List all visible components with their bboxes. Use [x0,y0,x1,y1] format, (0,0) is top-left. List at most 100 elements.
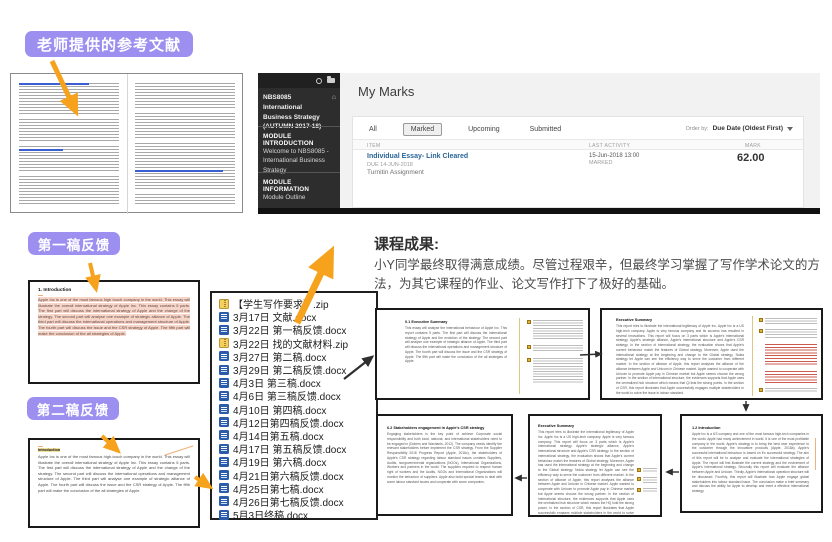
highlighted-heading: Introduction [38,448,60,452]
word-file-icon [219,510,229,520]
draft2-heading: Introduction [38,448,190,452]
zip-file-icon [219,299,229,309]
list-item[interactable]: 4月19日 第六稿.docx [219,455,376,468]
comment-icon [759,329,763,333]
comment [759,329,817,339]
list-item[interactable]: 4月17日 第五稿反馈.docx [219,442,376,455]
flow-doc-exec-summary-final: Executive Summary This report tries to i… [528,414,662,517]
search-icon[interactable] [316,78,322,84]
comment-divider [752,316,753,396]
order-by-label: Order by: [686,126,709,132]
comment-icon [527,358,531,362]
hyperlink-line [135,170,223,172]
sidebar-section-module-information: MODULE INFORMATION [263,179,335,193]
word-file-icon [219,391,229,401]
outcome-heading: 课程成果: [374,233,439,254]
flow-c-heading: 6.2 Stakeholders engagement in Apple's C… [387,426,502,430]
tab-upcoming[interactable]: Upcoming [464,124,504,135]
list-item[interactable]: 5月3日终稿.docx [219,508,376,521]
tab-marked[interactable]: Marked [403,123,442,136]
word-file-icon [219,365,229,375]
comment-icon [637,477,641,481]
comment-redline [759,371,817,383]
references-document-thumbnail [10,73,243,213]
comment [759,318,817,324]
comment [527,320,583,340]
revision-mark [38,446,43,447]
home-icon[interactable]: ⌂ [332,94,336,101]
word-file-icon [219,404,229,414]
flow-doc-exec-summary-comments: 0.1 Executive Summary This essay will an… [375,308,590,400]
divider [258,126,340,127]
label-teacher-references: 老师提供的参考文献 [25,31,193,57]
comment-redline [759,344,817,366]
draft2-body: Apple Inc is one of the most famous high… [38,454,190,493]
word-file-icon [219,325,229,335]
comment [637,488,657,493]
word-file-icon [219,470,229,480]
marks-card: All Marked Upcoming Submitted Order by: … [352,116,804,208]
screenshot-bottom-strip [258,208,820,214]
flow-a-heading: 0.1 Executive Summary [405,320,507,324]
chevron-down-icon[interactable] [787,127,793,131]
list-item[interactable]: 4月6日 第三稿反馈.docx [219,389,376,402]
draft1-body: Apple Inc is one of the most famous high… [38,297,190,336]
word-file-icon [219,496,229,506]
comment [527,345,583,353]
file-list: 【学生写作要求】.zip 3月17日 文献.docx 3月22日 第一稿反馈.d… [210,291,378,520]
flow-a-body: This essay will analyse the internationa… [405,326,507,364]
marks-filter-tabs: All Marked Upcoming Submitted [365,123,565,136]
list-item[interactable]: 4月21日第六稿反馈.docx [219,468,376,481]
page-divider [127,74,128,214]
hyperlink-line [19,149,63,151]
collage: 老师提供的参考文献 NBS8085 International Business… [0,0,832,542]
flow-doc-exec-summary-redlines: Executive Summary This report tries to i… [600,308,823,400]
list-item[interactable]: 4月26日第七稿反馈.docx [219,495,376,508]
list-item[interactable]: 3月22日 第一稿反馈.docx [219,323,376,336]
flow-d-body: This report tries to illustrate the inte… [538,430,634,514]
list-item[interactable]: 3月29日 第二稿反馈.docx [219,363,376,376]
paragraph-gap [135,140,235,143]
column-last-activity: LAST ACTIVITY [589,143,630,149]
flow-e-heading: 1.2 Introduction [692,426,809,430]
list-item[interactable]: 4月10日 第四稿.docx [219,403,376,416]
comment-icon [637,468,641,472]
list-item[interactable]: 4月14日第五稿.docx [219,429,376,442]
paragraph-gap [19,116,119,119]
list-item[interactable]: 3月17日 文献.docx [219,310,376,323]
order-by-dropdown[interactable]: Due Date (Oldest First) [713,125,783,132]
flow-b-heading: Executive Summary [616,318,744,322]
draft2-feedback-document: Introduction Apple Inc is one of the mos… [28,438,200,528]
tab-all[interactable]: All [365,124,381,135]
folder-icon[interactable] [327,78,335,83]
sidebar-section-module-introduction: MODULE INTRODUCTION [263,133,335,147]
list-item[interactable]: 4月25日第七稿.docx [219,482,376,495]
flow-doc-introduction: 1.2 Introduction Apple Inc is a US compa… [680,414,823,513]
word-file-icon [219,378,229,388]
sidebar-item-module-outline[interactable]: Module Outline [263,193,335,202]
comment-icon [527,345,531,349]
word-file-icon [219,312,229,322]
mark-value: 62.00 [737,152,765,164]
list-item[interactable]: 3月27日 第二稿.docx [219,350,376,363]
list-item[interactable]: 4月12日第四稿反馈.docx [219,416,376,429]
comment-divider [519,318,520,394]
flow-c-body: Engaging stakeholders is the key point o… [387,432,502,510]
zip-file-icon [219,338,229,348]
flow-d-heading: Executive Summary [538,424,634,428]
order-by-control: Order by: Due Date (Oldest First) [686,125,793,132]
list-item[interactable]: 4月3日 第三稿.docx [219,376,376,389]
my-marks-panel: My Marks All Marked Upcoming Submitted O… [340,73,820,208]
revision-mark [38,295,43,296]
paragraph-gap [135,191,235,194]
blackboard-screenshot: NBS8085 International Business Strategy … [258,73,820,214]
outcome-body: 小Y同学最终取得满意成绩。尽管过程艰辛，但最终学习掌握了写作学术论文的方法，为其… [374,256,826,295]
comment-icon [527,320,531,324]
marks-table-header: ITEM LAST ACTIVITY MARK [353,139,803,150]
assignment-link[interactable]: Individual Essay- Link Cleared [367,153,468,160]
list-item[interactable]: 【学生写作要求】.zip [219,297,376,310]
column-item: ITEM [367,143,381,149]
column-mark: MARK [745,143,761,149]
tab-submitted[interactable]: Submitted [526,124,566,135]
list-item[interactable]: 3月22日 找的文献材料.zip [219,337,376,350]
